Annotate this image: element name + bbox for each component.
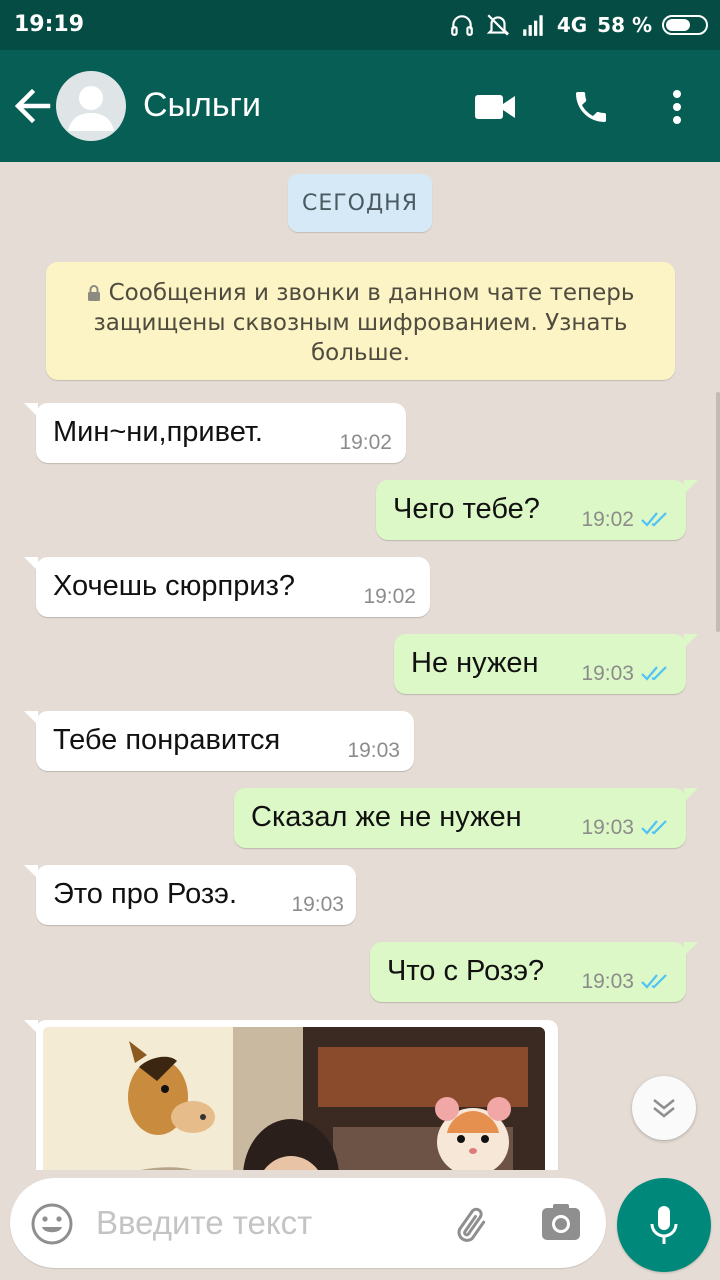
message-text: Хочешь сюрприз? — [53, 570, 296, 602]
attach-button[interactable] — [450, 1202, 496, 1248]
video-call-button[interactable] — [472, 84, 518, 130]
read-ticks-icon — [641, 666, 667, 681]
compose-bar — [0, 1170, 720, 1280]
scroll-down-button[interactable] — [632, 1076, 696, 1140]
battery-icon — [662, 15, 708, 35]
message-text: Чего тебе? — [393, 493, 540, 525]
emoji-button[interactable] — [30, 1202, 74, 1246]
camera-button[interactable] — [540, 1202, 582, 1244]
read-ticks-icon — [641, 974, 667, 989]
headphones-icon — [450, 15, 473, 36]
more-vert-icon — [673, 90, 681, 124]
message-text: Тебе понравится — [53, 724, 281, 756]
message-text: Не нужен — [411, 647, 539, 679]
video-call-icon — [475, 95, 515, 119]
photo-content — [43, 1027, 545, 1170]
double-chevron-down-icon — [653, 1099, 675, 1118]
more-options-button[interactable] — [654, 84, 700, 130]
camera-icon — [542, 1204, 580, 1240]
scrollbar[interactable] — [716, 392, 720, 632]
message-time: 19:03 — [581, 816, 634, 839]
encryption-notice[interactable]: Сообщения и звонки в данном чате теперь … — [46, 262, 675, 380]
paperclip-icon — [457, 1207, 486, 1242]
back-arrow-icon — [14, 88, 51, 124]
message-text: Сказал же не нужен — [251, 801, 522, 833]
avatar[interactable] — [56, 71, 126, 141]
signal-icon — [522, 15, 543, 36]
phone-icon — [576, 92, 606, 122]
mic-icon — [650, 1206, 678, 1244]
contact-name[interactable]: Сыльги — [143, 86, 261, 125]
image-message[interactable] — [24, 1020, 558, 1170]
message-outgoing[interactable]: Что с Розэ? 19:03 — [370, 942, 698, 1002]
message-outgoing[interactable]: Чего тебе? 19:02 — [376, 480, 698, 540]
photo[interactable] — [43, 1027, 545, 1170]
battery-percent: 58 % — [597, 13, 652, 37]
message-outgoing[interactable]: Не нужен 19:03 — [394, 634, 698, 694]
message-time: 19:03 — [291, 893, 344, 916]
voice-record-button[interactable] — [617, 1178, 711, 1272]
message-time: 19:03 — [581, 662, 634, 685]
message-time: 19:02 — [363, 585, 416, 608]
chat-header: Сыльги — [0, 50, 720, 162]
voice-call-button[interactable] — [568, 84, 614, 130]
message-incoming[interactable]: Тебе понравится 19:03 — [24, 711, 414, 771]
message-time: 19:02 — [339, 431, 392, 454]
message-input[interactable] — [96, 1200, 426, 1246]
lock-icon — [87, 285, 100, 301]
back-button[interactable] — [10, 86, 54, 126]
message-text: Мин~ни,привет. — [53, 416, 263, 448]
message-incoming[interactable]: Мин~ни,привет. 19:02 — [24, 403, 406, 463]
message-text: Что с Розэ? — [387, 955, 545, 987]
avatar-icon — [68, 86, 114, 131]
message-time: 19:03 — [581, 970, 634, 993]
message-incoming[interactable]: Хочешь сюрприз? 19:02 — [24, 557, 430, 617]
bell-off-icon — [486, 14, 510, 36]
chat-area[interactable]: СЕГОДНЯ Сообщения и звонки в данном чате… — [0, 162, 720, 1170]
message-time: 19:03 — [347, 739, 400, 762]
read-ticks-icon — [641, 820, 667, 835]
emoji-icon — [31, 1203, 73, 1245]
status-bar: 19:19 4G 58 % — [0, 0, 720, 50]
message-text: Это про Розэ. — [53, 878, 238, 910]
message-time: 19:02 — [581, 508, 634, 531]
date-chip: СЕГОДНЯ — [288, 174, 432, 232]
compose-box — [10, 1178, 606, 1268]
status-time: 19:19 — [14, 12, 85, 37]
message-incoming[interactable]: Это про Розэ. 19:03 — [24, 865, 356, 925]
read-ticks-icon — [641, 512, 667, 527]
message-outgoing[interactable]: Сказал же не нужен 19:03 — [234, 788, 698, 848]
status-icons: 4G 58 % — [449, 10, 708, 40]
network-type: 4G — [556, 13, 588, 37]
encryption-notice-text: Сообщения и звонки в данном чате теперь … — [93, 280, 635, 366]
